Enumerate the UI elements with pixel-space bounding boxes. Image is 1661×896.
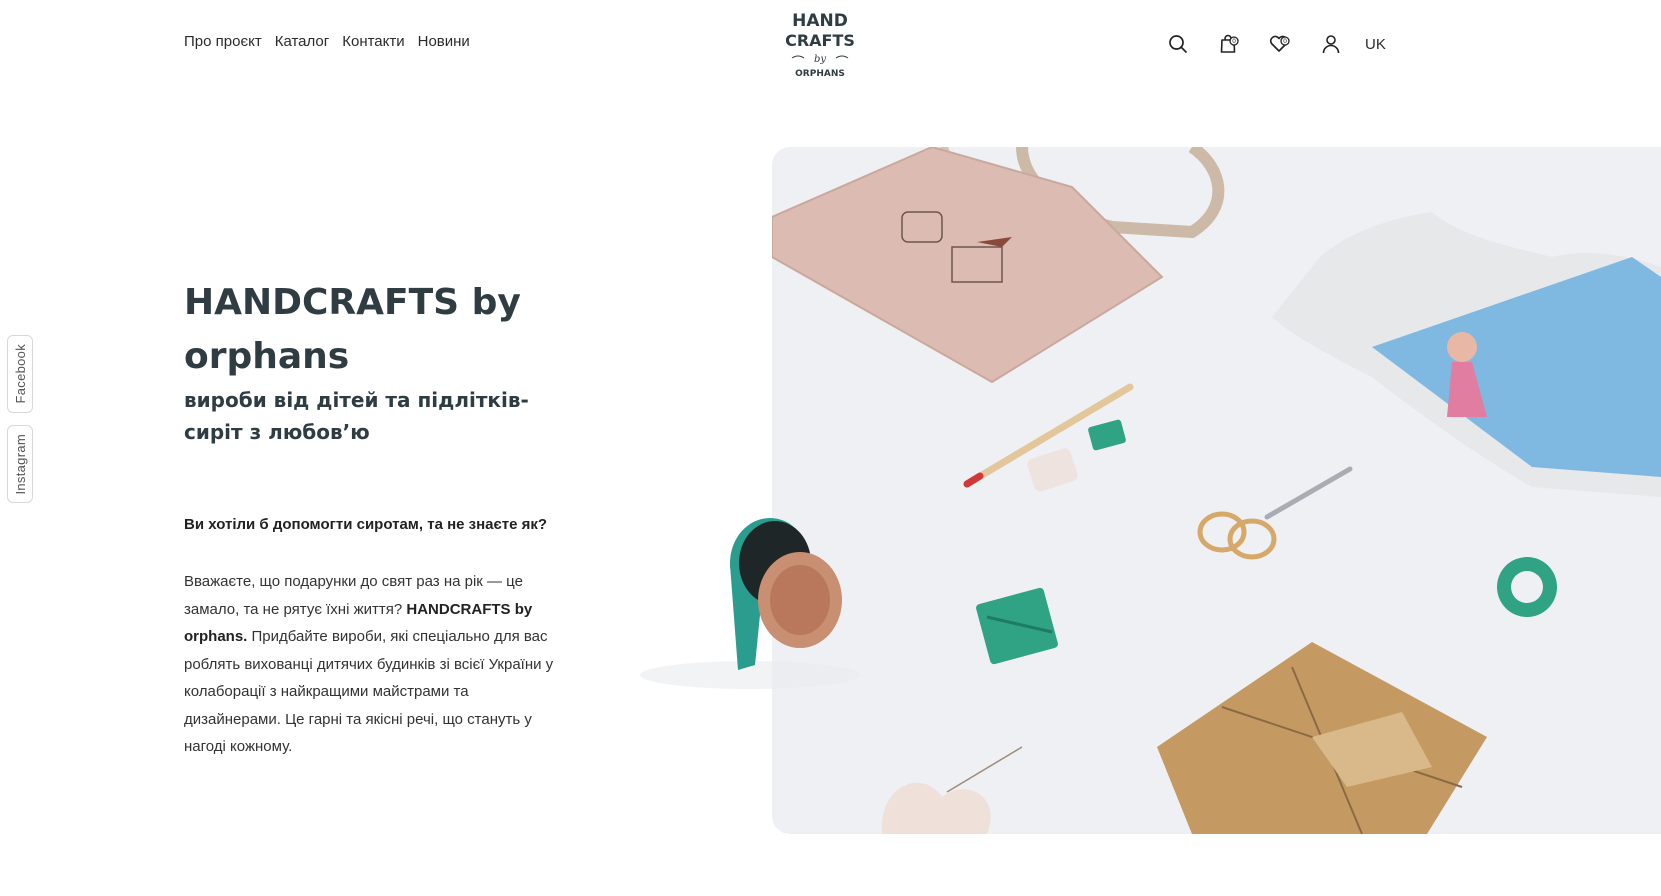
svg-text:CRAFTS: CRAFTS — [786, 31, 854, 50]
wishlist-icon[interactable]: 0 — [1268, 32, 1292, 56]
facebook-link[interactable]: Facebook — [7, 335, 33, 413]
nav-item-news[interactable]: Новини — [418, 33, 470, 50]
svg-text:0: 0 — [1232, 38, 1236, 45]
instagram-link[interactable]: Instagram — [7, 424, 33, 504]
hero-image — [772, 147, 1661, 834]
svg-text:HAND: HAND — [792, 11, 848, 31]
header-actions: 0 0 UK — [1166, 32, 1386, 56]
svg-text:0: 0 — [1283, 38, 1287, 45]
nav-item-catalog[interactable]: Каталог — [275, 33, 330, 50]
instagram-label: Instagram — [12, 433, 28, 495]
facebook-label: Facebook — [12, 344, 28, 404]
hero-title: HANDCRAFTS by orphans — [184, 282, 521, 377]
logo[interactable]: HAND CRAFTS by ORPHANS — [786, 6, 854, 82]
hero-subtitle: вироби від дітей та підлітків-сиріт з лю… — [184, 388, 529, 444]
main-nav: Про проєкт Каталог Контакти Новини — [184, 33, 470, 50]
nav-item-contacts[interactable]: Контакти — [342, 33, 404, 50]
tshirt-image — [1272, 212, 1661, 497]
svg-text:ORPHANS: ORPHANS — [795, 69, 845, 79]
nav-item-about[interactable]: Про проєкт — [184, 33, 262, 50]
user-icon[interactable] — [1319, 32, 1343, 56]
hero-description: Вважаєте, що подарунки до свят раз на рі… — [184, 573, 554, 755]
hero-question: Ви хотіли б допомогти сиротам, та не зна… — [184, 516, 548, 533]
search-icon[interactable] — [1166, 32, 1190, 56]
tote-bag-image — [772, 147, 1225, 384]
social-links: Facebook Instagram — [7, 335, 33, 504]
language-switcher[interactable]: UK — [1365, 36, 1386, 53]
ribbon-spool-image — [640, 518, 860, 689]
svg-text:by: by — [814, 54, 826, 65]
cart-icon[interactable]: 0 — [1217, 32, 1241, 56]
